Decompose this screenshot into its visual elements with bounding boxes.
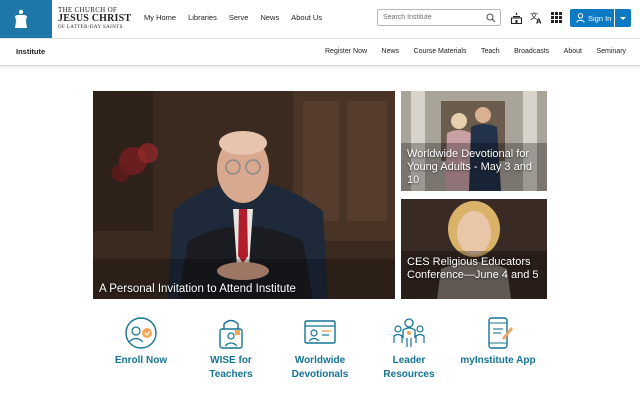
myinstitute-app-link[interactable]: myInstitute App [458, 316, 538, 368]
section-title[interactable]: Institute [16, 47, 45, 56]
subnav-about[interactable]: About [564, 48, 582, 55]
wise-for-teachers-link[interactable]: WISE for Teachers [191, 316, 271, 381]
app-icon [488, 317, 513, 349]
subnav-seminary[interactable]: Seminary [596, 48, 626, 55]
conference-caption: CES Religious Educators Conference—June … [407, 256, 539, 281]
conference-image [401, 199, 547, 299]
devotional-caption: Worldwide Devotional for Young Adults - … [407, 148, 532, 186]
sign-in-button[interactable]: Sign In [570, 9, 614, 27]
worldwide-devotionals-link[interactable]: Worldwide Devotionals [280, 316, 360, 381]
devotionals-icon [304, 320, 336, 344]
subnav-links: Register Now News Course Materials Teach… [325, 48, 626, 55]
hero-main-image [93, 91, 395, 299]
subnav-teach[interactable]: Teach [481, 48, 500, 55]
chevron-down-icon [620, 17, 626, 20]
language-icon[interactable]: 文 A [530, 11, 543, 24]
apps-grid-icon[interactable] [550, 11, 563, 24]
myinstitute-app-label: myInstitute App [460, 355, 536, 366]
search-input[interactable]: Search Institute [377, 9, 501, 26]
hero-main-caption: A Personal Invitation to Attend Institut… [99, 283, 296, 295]
enroll-now-label: Enroll Now [114, 355, 168, 366]
svg-text:A: A [536, 18, 542, 25]
nav-serve[interactable]: Serve [229, 13, 249, 22]
wise-for-teachers-label: WISE for Teachers [209, 355, 253, 380]
wordmark-line2: JESUS CHRIST [58, 13, 132, 24]
subnav-news[interactable]: News [382, 48, 400, 55]
enroll-now-link[interactable]: Enroll Now [101, 316, 181, 368]
temple-icon[interactable] [510, 11, 523, 24]
top-header: THE CHURCH OF JESUS CHRIST OF LATTER-DAY… [0, 0, 640, 38]
enroll-icon [125, 317, 157, 349]
wordmark-line3: OF LATTER-DAY SAINTS [58, 25, 123, 30]
main-nav: My Home Libraries Serve News About Us [144, 13, 322, 22]
nav-about-us[interactable]: About Us [291, 13, 322, 22]
christus-icon [15, 9, 27, 28]
leader-resources-label: Leader Resources [383, 355, 435, 380]
sign-in-menu-button[interactable] [615, 9, 631, 27]
header-shadow [0, 66, 640, 68]
subnav-broadcasts[interactable]: Broadcasts [514, 48, 549, 55]
subnav-register-now[interactable]: Register Now [325, 48, 367, 55]
church-wordmark[interactable]: THE CHURCH OF JESUS CHRIST OF LATTER-DAY… [58, 6, 131, 32]
nav-my-home[interactable]: My Home [144, 13, 176, 22]
search-placeholder: Search Institute [383, 14, 432, 21]
nav-news[interactable]: News [260, 13, 279, 22]
nav-libraries[interactable]: Libraries [188, 13, 217, 22]
hero-card-devotional[interactable]: Worldwide Devotional for Young Adults - … [401, 91, 547, 191]
wise-icon [219, 319, 243, 349]
church-logo[interactable] [0, 0, 52, 38]
hero-card-main[interactable]: A Personal Invitation to Attend Institut… [93, 91, 395, 299]
sign-in-label: Sign In [588, 14, 612, 23]
search-icon[interactable] [486, 13, 496, 23]
leader-resources-link[interactable]: Leader Resources [369, 316, 449, 381]
leader-icon [393, 318, 425, 347]
subnav-course-materials[interactable]: Course Materials [414, 48, 467, 55]
worldwide-devotionals-label: Worldwide Devotionals [291, 355, 349, 380]
hero-card-conference[interactable]: CES Religious Educators Conference—June … [401, 199, 547, 299]
person-icon [576, 13, 585, 23]
institute-subnav: Institute Register Now News Course Mater… [0, 38, 640, 66]
